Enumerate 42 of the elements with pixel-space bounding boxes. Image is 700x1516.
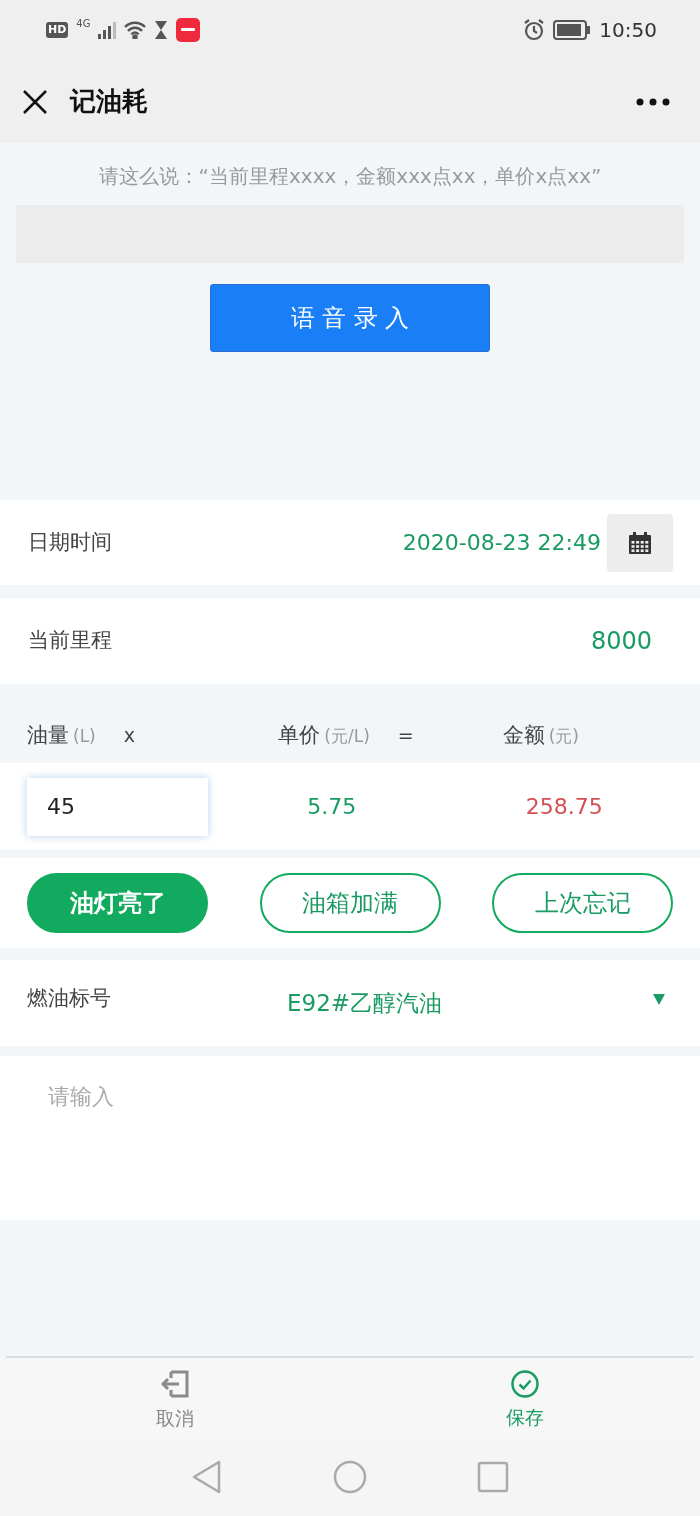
calendar-icon — [628, 530, 652, 555]
volume-input[interactable]: 45 — [27, 777, 208, 836]
clock-time: 10:50 — [599, 17, 657, 44]
fuel-grade-label: 燃油标号 — [27, 985, 112, 1013]
alarm-icon — [523, 19, 546, 41]
voice-hint: 请这么说：“当前里程xxxx，金额xxx点xx，单价x点xx” — [98, 163, 602, 190]
quick-fill-button[interactable]: 上次忘记 — [492, 873, 673, 933]
mileage-label: 当前里程 — [28, 627, 112, 655]
network-label: 4G — [76, 17, 91, 31]
unit-price-value: 5.75 — [306, 793, 358, 821]
quick-fill-button[interactable]: 油灯亮了 — [27, 873, 208, 933]
app-logo-icon — [176, 18, 201, 42]
unit-label: (元) — [548, 724, 579, 748]
column-label: 单价 — [278, 721, 321, 749]
calendar-button[interactable] — [607, 513, 673, 572]
check-circle-icon — [510, 1368, 540, 1399]
hd-badge: HD — [46, 21, 69, 39]
close-icon — [22, 88, 48, 115]
wifi-icon — [124, 21, 147, 39]
mileage-value[interactable]: 8000 — [590, 623, 652, 659]
date-value[interactable]: 2020-08-23 22:49 — [402, 526, 601, 559]
unit-label: (元/L) — [324, 724, 370, 748]
page-title: 记油耗 — [70, 85, 148, 118]
voice-input-button[interactable]: 语 音 录 入 — [210, 284, 490, 352]
column-label: 油量 — [27, 721, 69, 749]
battery-icon — [553, 20, 592, 40]
more-icon — [636, 97, 670, 106]
notes-field[interactable]: 请输入 — [0, 1056, 700, 1220]
operator-sign: = — [397, 722, 414, 748]
amount-value: 258.75 — [524, 793, 604, 821]
unit-label: (L) — [73, 724, 96, 748]
date-label: 日期时间 — [28, 528, 112, 556]
fuel-grade-value: E92#乙醇汽油 — [287, 988, 443, 1018]
save-button[interactable]: 保存 — [350, 1358, 700, 1442]
cancel-button[interactable]: 取消 — [0, 1358, 350, 1442]
column-label: 金额 — [502, 721, 545, 749]
operator-sign: x — [123, 722, 135, 748]
fuel-grade-row[interactable]: 燃油标号 E92#乙醇汽油 — [0, 960, 700, 1046]
dropdown-caret-icon — [653, 993, 665, 1005]
quick-fill-button[interactable]: 油箱加满 — [259, 873, 441, 933]
signal-icon — [98, 21, 117, 39]
hourglass-icon — [154, 20, 169, 40]
